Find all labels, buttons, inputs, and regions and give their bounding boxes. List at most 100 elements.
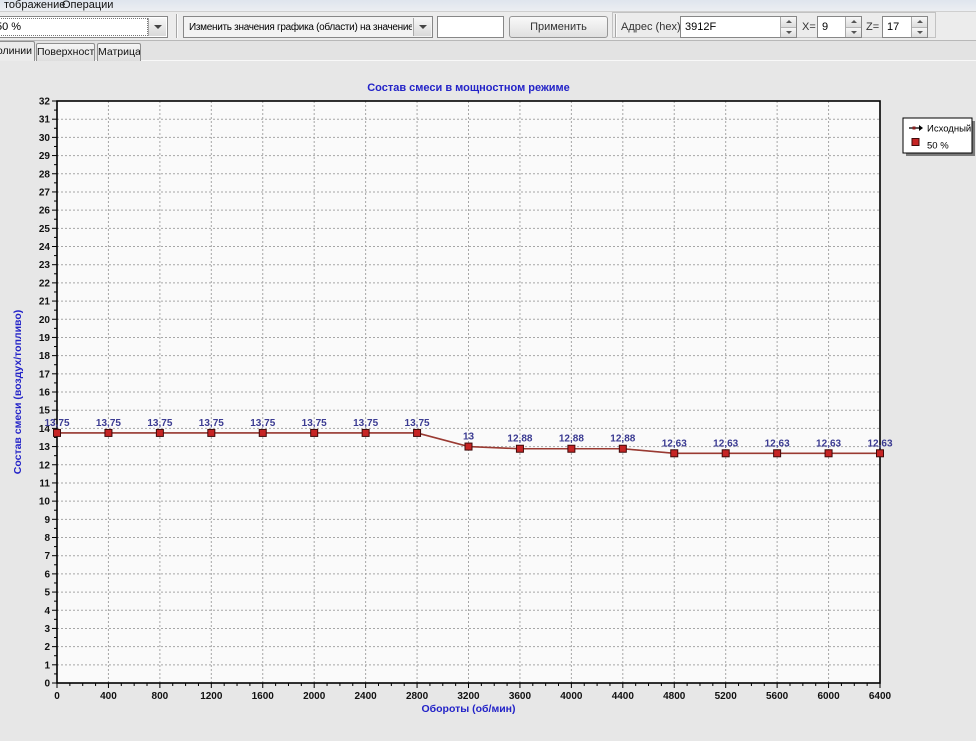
z-spin-edit[interactable]: 17 [882,16,928,38]
tab-isolines[interactable]: олинии [0,41,35,61]
action-combobox-dropdown-button[interactable] [413,18,431,36]
percent-combobox[interactable]: 50 % [0,16,168,38]
data-point-label: 12,63 [713,438,738,449]
spin-down-icon [786,31,792,34]
data-point-marker[interactable] [877,450,884,457]
x-tick-label: 5200 [715,691,738,702]
menu-operations[interactable]: Операции [58,0,117,11]
x-tick-label: 400 [100,691,117,702]
x-tick-label: 2400 [355,691,378,702]
data-point-label: 13,75 [44,418,69,429]
spin-up-icon [786,20,792,23]
data-point-label: 12,63 [765,438,790,449]
x-tick-label: 4800 [663,691,686,702]
data-point-marker[interactable] [774,450,781,457]
action-combobox-value: Изменить значения графика (области) на з… [189,22,412,33]
percent-combobox-value: 50 % [0,21,147,33]
spin-down-icon [917,31,923,34]
data-point-label: 13,75 [199,418,224,429]
data-point-marker[interactable] [722,450,729,457]
data-point-label: 12,63 [816,438,841,449]
y-tick-label: 10 [39,497,51,508]
chevron-down-icon [154,25,162,29]
percent-combobox-dropdown-button[interactable] [148,18,166,36]
y-tick-label: 1 [44,660,50,671]
spin-down-button[interactable] [781,27,796,38]
data-point-marker[interactable] [311,429,318,436]
x-label: X= [802,21,816,33]
address-label: Адрес (hex) [621,21,681,33]
data-point-label: 12,63 [867,438,892,449]
x-tick-label: 6400 [869,691,892,702]
y-tick-label: 13 [39,442,51,453]
data-point-marker[interactable] [516,445,523,452]
data-point-marker[interactable] [105,429,112,436]
spin-down-button[interactable] [846,27,861,38]
x-tick-label: 2800 [406,691,429,702]
y-tick-label: 7 [44,551,50,562]
x-tick-label: 1600 [252,691,275,702]
x-spin-edit[interactable]: 9 [817,16,862,38]
y-tick-label: 12 [39,460,51,471]
z-spinner[interactable] [911,17,927,37]
data-point-label: 12,88 [559,434,584,445]
y-tick-label: 24 [39,242,51,253]
x-tick-label: 2000 [303,691,326,702]
x-spinner[interactable] [845,17,861,37]
data-point-marker[interactable] [259,429,266,436]
y-tick-label: 20 [39,315,51,326]
spin-up-button[interactable] [781,17,796,27]
data-point-marker[interactable] [414,429,421,436]
value-input[interactable] [440,18,503,36]
spin-up-button[interactable] [846,17,861,27]
spin-up-button[interactable] [912,17,927,27]
data-point-marker[interactable] [208,429,215,436]
spin-down-icon [851,31,857,34]
legend-square-marker [912,139,919,146]
address-spinner[interactable] [780,17,796,37]
data-point-marker[interactable] [671,450,678,457]
y-axis-title: Состав смеси (воздух/топливо) [12,310,24,475]
chart-title: Состав смеси в мощностном режиме [367,82,570,94]
data-point-marker[interactable] [156,429,163,436]
chart-panel: 0400800120016002000240028003200360040004… [0,60,976,736]
tab-surface[interactable]: Поверхность [36,43,95,61]
data-point-label: 12,63 [662,438,687,449]
data-point-label: 13 [463,432,475,443]
toolbar: 50 % Изменить значения графика (области)… [0,12,976,41]
spin-up-icon [917,20,923,23]
x-tick-label: 5600 [766,691,789,702]
action-combobox[interactable]: Изменить значения графика (области) на з… [183,16,433,38]
plot-area[interactable] [57,101,880,683]
legend-label-50-percent: 50 % [927,141,949,152]
chart-canvas[interactable]: 0400800120016002000240028003200360040004… [0,61,976,736]
z-value: 17 [887,21,899,33]
x-tick-label: 800 [152,691,169,702]
y-tick-label: 21 [39,297,51,308]
data-point-marker[interactable] [619,445,626,452]
address-value: 3912F [685,21,716,33]
x-tick-label: 3200 [457,691,480,702]
address-spin-edit[interactable]: 3912F [680,16,797,38]
spin-down-button[interactable] [912,27,927,38]
y-tick-label: 4 [44,606,50,617]
legend-line-dot [913,127,916,130]
data-point-marker[interactable] [362,429,369,436]
y-tick-label: 18 [39,351,51,362]
tab-matrix[interactable]: Матрица [97,43,141,61]
x-axis-title: Обороты (об/мин) [421,703,515,715]
x-value: 9 [822,21,828,33]
data-point-marker[interactable] [568,445,575,452]
data-point-marker[interactable] [825,450,832,457]
y-tick-label: 29 [39,151,51,162]
data-point-label: 13,75 [250,418,275,429]
y-tick-label: 19 [39,333,51,344]
y-tick-label: 0 [44,679,50,690]
y-tick-label: 15 [39,406,51,417]
apply-button[interactable]: Применить [509,16,608,38]
data-point-marker[interactable] [54,429,61,436]
y-tick-label: 2 [44,642,50,653]
data-point-marker[interactable] [465,443,472,450]
spin-up-icon [851,20,857,23]
y-tick-label: 8 [44,533,50,544]
